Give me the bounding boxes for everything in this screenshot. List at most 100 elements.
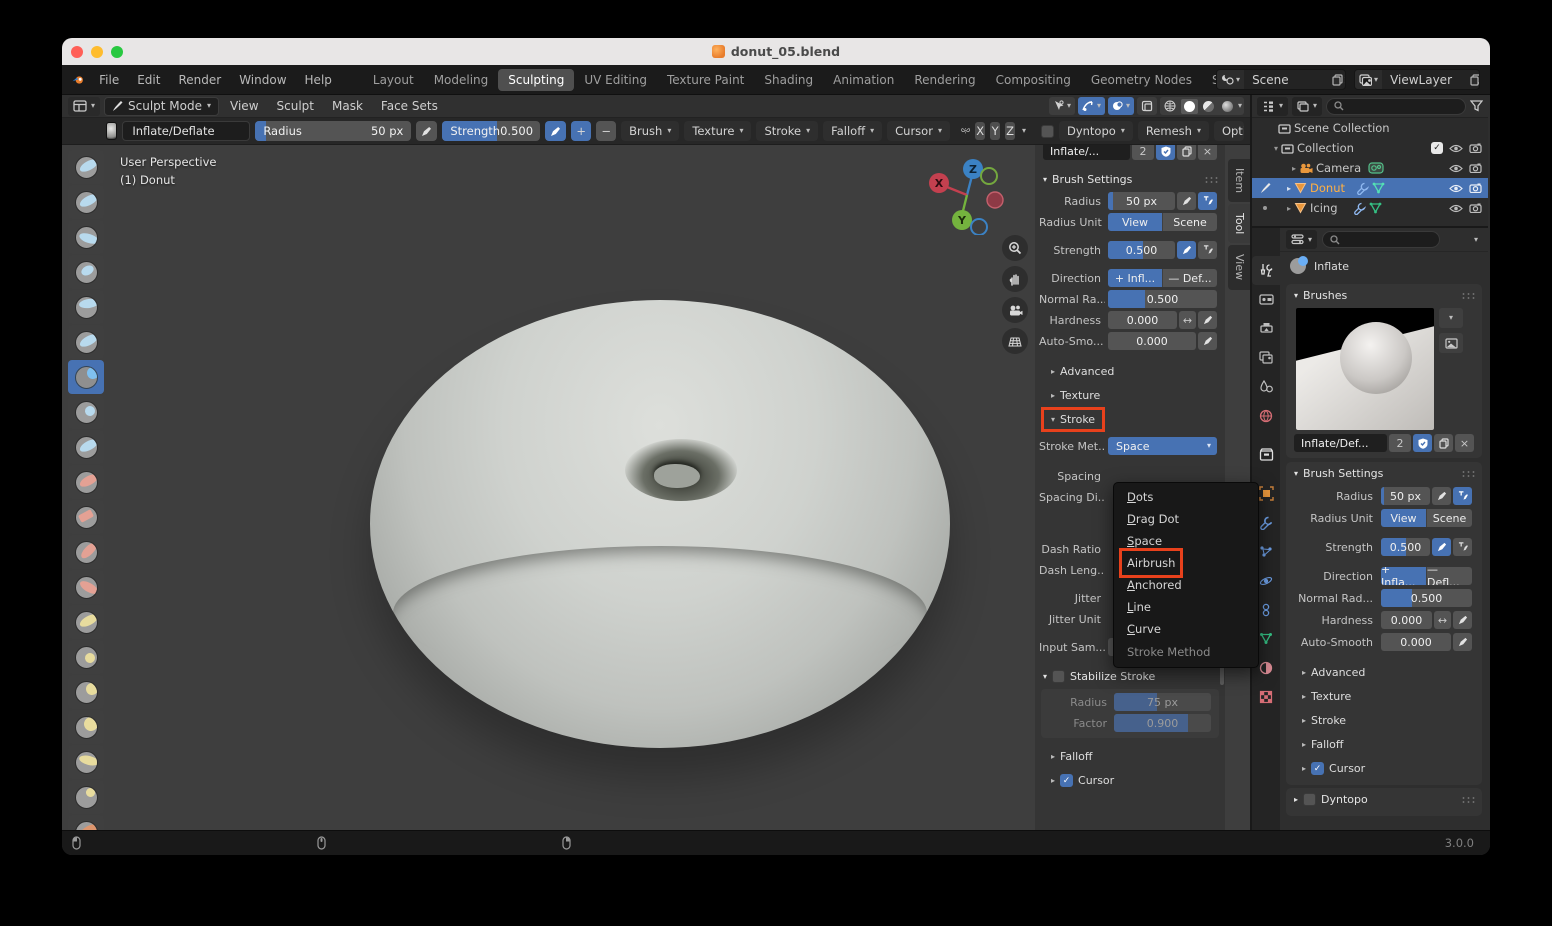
stabilize-stroke-header[interactable]: ▾ Stabilize Stroke [1035,665,1225,687]
overlays-toggle[interactable]: ▾ [1078,97,1105,115]
editor-type-button[interactable]: ▾ [68,97,100,116]
zoom-button[interactable] [1002,235,1028,261]
brush-flatten[interactable] [68,500,104,534]
menu-window[interactable]: Window [230,70,295,90]
auto-smooth-slider[interactable]: 0.000 [1108,332,1196,350]
outliner-editor-type-button[interactable]: ▾ [1257,97,1288,116]
tab-view[interactable]: View [1228,245,1250,289]
workspace-tab-geometry-nodes[interactable]: Geometry Nodes [1081,69,1202,91]
outliner-display-mode-button[interactable]: ▾ [1292,97,1322,116]
menu-view[interactable]: View [223,97,265,115]
properties-search-input[interactable] [1322,231,1440,248]
mirror-z-button[interactable]: Z [1005,122,1015,140]
menu-face-sets[interactable]: Face Sets [374,97,445,115]
gizmos-toggle[interactable]: ▾ [1049,97,1075,115]
brush-name-input[interactable]: Inflate/... [1043,145,1130,160]
strength-pressure-button[interactable] [1198,241,1217,259]
hardness-pen-button[interactable] [1198,311,1217,329]
brush-users-count[interactable]: 2 [1389,434,1411,452]
mirror-x-button[interactable]: X [975,122,985,140]
donut-mesh[interactable] [370,300,950,748]
expand-icon[interactable]: ▸ [1287,184,1291,193]
direction-deflate[interactable]: — Defl... [1426,567,1472,585]
brush-preview-image[interactable] [1296,308,1434,430]
expand-icon[interactable]: ▾ [1274,144,1278,153]
outliner-row-icing[interactable]: ▸ Icing [1252,198,1488,218]
menu-mask[interactable]: Mask [325,97,370,115]
unlink-brush-button[interactable]: × [1198,145,1217,160]
section-advanced[interactable]: ▸Advanced [1035,361,1225,382]
direction-inflate[interactable]: + Infl... [1108,269,1162,287]
properties-tab-output[interactable] [1252,314,1280,343]
cursor-checkbox[interactable]: ✓ [1311,762,1324,775]
brush-clay[interactable] [68,220,104,254]
brush-blob[interactable] [68,395,104,429]
properties-tab-collection[interactable] [1252,440,1280,469]
hardness-slider[interactable]: 0.000 [1108,311,1177,329]
workspace-tab-uv-editing[interactable]: UV Editing [574,69,657,91]
properties-tab-render[interactable] [1252,285,1280,314]
texture-popover[interactable]: Texture▾ [684,121,751,141]
radius-unit-scene[interactable]: Scene [1426,509,1472,527]
shading-material-button[interactable] [1200,99,1217,114]
outliner-row-scene-collection[interactable]: Scene Collection [1252,118,1488,138]
disable-render-icon[interactable] [1469,143,1482,153]
outliner-row-donut[interactable]: ▸ Donut [1252,178,1488,198]
hide-eye-icon[interactable] [1449,204,1463,213]
disable-render-icon[interactable] [1469,163,1482,173]
radius-unit-scene[interactable]: Scene [1162,213,1217,231]
sidebar-brush-settings-header[interactable]: ▾ Brush Settings [1035,168,1225,190]
section-texture[interactable]: ▸Texture [1035,385,1225,406]
menu-item-curve[interactable]: Curve [1114,618,1258,640]
brush-nudge[interactable] [68,815,104,830]
brush-grab[interactable] [68,640,104,674]
menu-item-line[interactable]: Line [1114,596,1258,618]
strength-pressure-button[interactable] [1453,538,1472,556]
brush-pinch[interactable] [68,605,104,639]
brush-snake-hook[interactable] [68,710,104,744]
unlink-scene-button[interactable]: × [1343,70,1346,89]
cursor-popover[interactable]: Cursor▾ [887,121,950,141]
section-falloff[interactable]: ▸Falloff [1035,746,1225,767]
workspace-tab-compositing[interactable]: Compositing [986,69,1081,91]
strength-pen-button[interactable] [1432,538,1451,556]
shading-solid-button[interactable] [1181,99,1198,114]
radius-pressure-button[interactable] [1198,192,1217,210]
strength-pen-button[interactable] [1177,241,1196,259]
hardness-slider[interactable]: 0.000 [1381,611,1432,629]
new-scene-button[interactable] [1332,70,1343,89]
stroke-method-dropdown[interactable]: Space▾ [1108,437,1217,455]
brushes-panel-header[interactable]: ▾ Brushes [1286,284,1482,306]
dyntopo-popover[interactable]: Dyntopo▾ [1059,121,1133,141]
brush-fill[interactable] [68,535,104,569]
props-section-texture[interactable]: ▸Texture [1286,686,1482,707]
menu-item-space[interactable]: Space [1114,530,1258,552]
minimize-window-button[interactable] [91,46,103,58]
viewlayer-selector[interactable]: ▾ ViewLayer × [1354,69,1480,90]
radius-pressure-button[interactable] [416,121,437,141]
menu-item-dots[interactable]: Dots [1114,486,1258,508]
stabilize-factor-slider[interactable]: 0.900 [1114,714,1211,732]
hide-eye-icon[interactable] [1449,164,1463,173]
menu-item-anchored[interactable]: Anchored [1114,574,1258,596]
menu-render[interactable]: Render [169,70,230,90]
disable-render-icon[interactable] [1469,203,1482,213]
blender-logo-icon[interactable] [72,73,84,87]
close-window-button[interactable] [71,46,83,58]
menu-file[interactable]: File [90,70,128,90]
properties-tab-view-layer[interactable] [1252,343,1280,372]
options-popover[interactable]: Opti [1214,121,1244,141]
brush-scrape[interactable] [68,570,104,604]
hide-eye-icon[interactable] [1449,184,1463,193]
subtract-direction-button[interactable]: − [596,121,616,141]
brush-name-input[interactable]: Inflate/Def... [1294,434,1387,452]
outliner-search-input[interactable] [1326,98,1466,115]
hardness-invert-button[interactable]: ↔ [1179,311,1196,329]
remesh-popover[interactable]: Remesh▾ [1138,121,1209,141]
properties-tab-scene[interactable] [1252,372,1280,401]
workspace-tab-rendering[interactable]: Rendering [904,69,985,91]
props-section-falloff[interactable]: ▸Falloff [1286,734,1482,755]
strength-pressure-button[interactable] [545,121,566,141]
panel-grip[interactable] [1461,796,1475,803]
menu-edit[interactable]: Edit [128,70,169,90]
